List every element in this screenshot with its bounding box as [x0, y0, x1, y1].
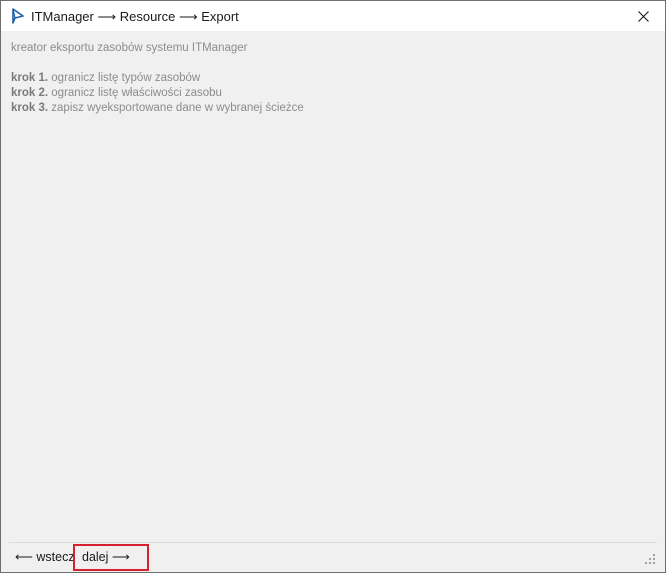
- close-button[interactable]: [621, 1, 665, 31]
- close-icon: [637, 10, 649, 22]
- step-item: krok 1. ogranicz listę typów zasobów: [11, 71, 651, 86]
- title-bar: ITManager ⟶ Resource ⟶ Export: [1, 1, 665, 31]
- step-text: ogranicz listę właściwości zasobu: [51, 87, 222, 99]
- footer-divider: [9, 542, 657, 543]
- step-label: krok 3.: [11, 102, 49, 114]
- app-logo-icon: [12, 8, 24, 24]
- step-label: krok 2.: [11, 87, 49, 99]
- resize-grip-icon[interactable]: [645, 554, 655, 564]
- next-button-label: dalej ⟶: [82, 550, 130, 564]
- step-item: krok 2. ogranicz listę właściwości zasob…: [11, 86, 651, 101]
- step-text: ogranicz listę typów zasobów: [51, 72, 201, 84]
- step-label: krok 1.: [11, 72, 49, 84]
- step-text: zapisz wyeksportowane dane w wybranej śc…: [51, 102, 304, 114]
- next-button[interactable]: dalej ⟶: [73, 544, 149, 571]
- wizard-content: kreator eksportu zasobów systemu ITManag…: [11, 41, 651, 116]
- wizard-steps: krok 1. ogranicz listę typów zasobów kro…: [11, 71, 651, 116]
- back-button[interactable]: ⟵ wstecz: [15, 547, 75, 573]
- export-wizard-window: ITManager ⟶ Resource ⟶ Export kreator ek…: [0, 0, 666, 573]
- step-item: krok 3. zapisz wyeksportowane dane w wyb…: [11, 101, 651, 116]
- window-title: ITManager ⟶ Resource ⟶ Export: [31, 9, 239, 24]
- wizard-intro: kreator eksportu zasobów systemu ITManag…: [11, 42, 248, 54]
